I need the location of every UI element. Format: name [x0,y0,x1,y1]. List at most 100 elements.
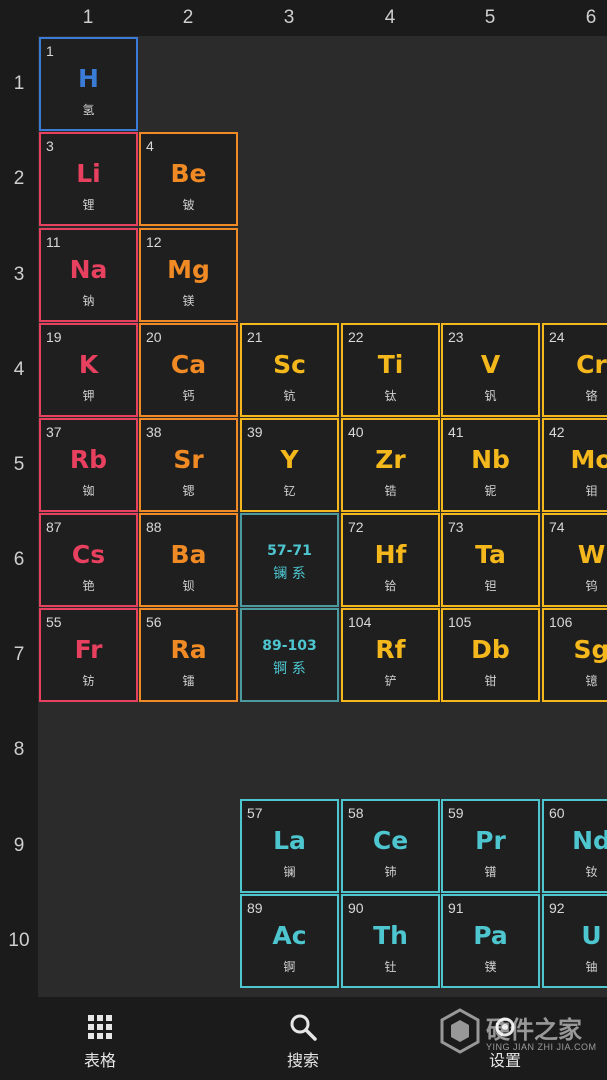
element-chinese-name: 钾 [82,389,95,403]
element-cell[interactable]: 42 Mo 钼 [542,418,607,512]
element-symbol: H [78,64,99,93]
element-symbol: Li [76,159,101,188]
element-cell[interactable]: 73 Ta 钽 [441,513,540,607]
element-symbol: Be [170,159,207,188]
element-symbol: Na [69,255,108,284]
element-cell[interactable]: 39 Y 钇 [240,418,339,512]
atomic-number: 57 [247,805,263,821]
element-chinese-name: 钪 [283,389,296,403]
nav-table-button[interactable]: 表格 [40,997,160,1080]
element-symbol: Sr [173,445,204,474]
element-symbol: Nb [471,445,510,474]
element-symbol: Ti [377,350,404,379]
element-cell[interactable]: 106 Sg 镱 [542,608,607,702]
grid-icon [88,1015,112,1039]
element-cell[interactable]: 60 Nd 钕 [542,799,607,893]
column-header: 3 [283,7,295,28]
atomic-number: 23 [448,329,464,345]
element-cell[interactable]: 40 Zr 锆 [341,418,440,512]
element-chinese-name: 钨 [585,579,598,593]
element-chinese-name: 铌 [484,484,497,498]
element-chinese-name: 钍 [384,960,397,974]
watermark-subtext: YING JIAN ZHI JIA.COM [486,1042,597,1052]
element-cell[interactable]: 19 K 钾 [39,323,138,417]
column-header: 5 [484,7,496,28]
element-cell[interactable]: 104 Rf 铲 [341,608,440,702]
series-cell[interactable]: 57-71 镧 系 [240,513,339,607]
element-symbol: Cs [71,540,106,569]
element-symbol: Ce [372,826,409,855]
atomic-number: 72 [348,519,364,535]
atomic-number: 58 [348,805,364,821]
element-symbol: Cr [576,350,607,379]
element-cell[interactable]: 38 Sr 锶 [139,418,238,512]
element-symbol: Sc [273,350,306,379]
element-chinese-name: 钼 [585,484,598,498]
atomic-number: 37 [46,424,62,440]
element-cell[interactable]: 92 U 铀 [542,894,607,988]
element-symbol: Nd [572,826,607,855]
element-chinese-name: 镁 [182,294,195,308]
element-cell[interactable]: 88 Ba 钡 [139,513,238,607]
nav-search-button[interactable]: 搜索 [243,997,363,1080]
element-cell[interactable]: 22 Ti 钛 [341,323,440,417]
element-cell[interactable]: 1 H氢 [39,37,138,131]
element-cell[interactable]: 87 Cs 铯 [39,513,138,607]
element-cell[interactable]: 90 Th 钍 [341,894,440,988]
atomic-number: 87 [46,519,62,535]
element-chinese-name: 锶 [182,484,195,498]
element-cell[interactable]: 21 Sc 钪 [240,323,339,417]
column-header: 6 [585,7,597,28]
element-cell[interactable]: 72 Hf 铪 [341,513,440,607]
atomic-number: 39 [247,424,263,440]
element-cell[interactable]: 59 Pr 镨 [441,799,540,893]
element-cell[interactable]: 57 La 镧 [240,799,339,893]
element-cell[interactable]: 58 Ce 铈 [341,799,440,893]
atomic-number: 56 [146,614,162,630]
element-chinese-name: 锆 [384,484,397,498]
element-chinese-name: 铬 [585,389,598,403]
element-cell[interactable]: 41 Nb 铌 [441,418,540,512]
atomic-number: 24 [549,329,565,345]
element-cell[interactable]: 89 Ac 锕 [240,894,339,988]
element-cell[interactable]: 24 Cr 铬 [542,323,607,417]
element-cell[interactable]: 3 Li 锂 [39,132,138,226]
nav-search-label: 搜索 [286,1051,319,1070]
atomic-number: 12 [146,234,162,250]
atomic-number: 1 [46,43,54,59]
element-symbol: Zr [375,445,406,474]
series-range: 89-103 [262,638,317,654]
row-header: 3 [13,264,25,285]
row-header: 1 [13,73,25,94]
atomic-number: 41 [448,424,464,440]
element-chinese-name: 钕 [585,865,598,879]
element-symbol: Rb [69,445,108,474]
series-cell[interactable]: 89-103 锕 系 [240,608,339,702]
hexagon-logo-icon [440,1008,480,1054]
element-symbol: K [78,350,99,379]
element-chinese-name: 钛 [384,389,397,403]
element-cell[interactable]: 74 W 钨 [542,513,607,607]
element-cell[interactable]: 23 V 钒 [441,323,540,417]
row-header: 9 [13,835,25,856]
element-cell[interactable]: 91 Pa 镤 [441,894,540,988]
element-cell[interactable]: 4 Be 铍 [139,132,238,226]
column-header: 4 [384,7,396,28]
element-symbol: Db [471,635,510,664]
element-chinese-name: 钇 [283,484,296,498]
element-chinese-name: 钳 [484,674,497,688]
element-cell[interactable]: 12 Mg 镁 [139,228,238,322]
element-cell[interactable]: 105 Db 钳 [441,608,540,702]
element-chinese-name: 镱 [585,674,598,688]
element-cell[interactable]: 37 Rb 铷 [39,418,138,512]
element-cell[interactable]: 55 Fr 钫 [39,608,138,702]
row-header: 2 [13,168,25,189]
element-symbol: Th [373,921,408,950]
atomic-number: 4 [146,138,154,154]
element-chinese-name: 铀 [585,960,598,974]
element-cell[interactable]: 56 Ra 镭 [139,608,238,702]
element-cell[interactable]: 20 Ca 钙 [139,323,238,417]
atomic-number: 90 [348,900,364,916]
periodic-table-grid[interactable]: 1 H 氢 3 Li 锂 4 Be 铍 11 Na 钠 12 Mg 镁 19 K 钾 20 Ca 钙 21 Sc 钪 22 Ti 钛… [38,36,607,997]
element-cell[interactable]: 11 Na 钠 [39,228,138,322]
